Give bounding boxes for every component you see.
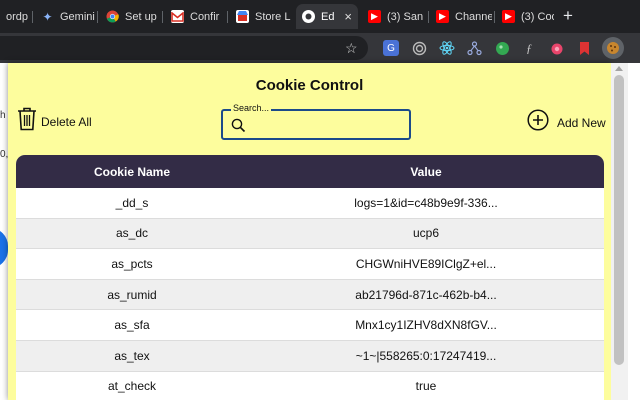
cookie-name-cell: at_check: [107, 379, 157, 394]
tab-setup[interactable]: Set up: [100, 4, 162, 29]
network-extension-icon[interactable]: [466, 40, 482, 56]
table-row[interactable]: at_check true: [16, 372, 604, 400]
gmail-icon: [171, 10, 184, 23]
cookie-value-cell: logs=1&id=c48b9e9f-336...: [354, 195, 498, 210]
tab-separator: [494, 11, 495, 23]
background-blue-shape: [0, 228, 8, 268]
cookie-value-cell: Mnx1cy1IZHV8dXN8fGV...: [355, 318, 497, 333]
column-header-value: Value: [410, 164, 442, 179]
tab-label: Gemini: [60, 10, 95, 23]
gemini-icon: ✦: [42, 9, 53, 24]
cookie-name-cell: as_rumid: [107, 287, 157, 302]
tab-separator: [162, 11, 163, 23]
scrollbar-thumb[interactable]: [614, 75, 624, 365]
tab-wordpress[interactable]: ordp: [0, 4, 40, 29]
store-icon: [236, 10, 249, 23]
table-row[interactable]: as_tex ~1~|558265:0:17247419...: [16, 340, 604, 372]
tab-separator: [428, 11, 429, 23]
youtube-icon: ▶: [502, 10, 515, 23]
translate-extension-icon[interactable]: G: [383, 40, 399, 56]
cookie-value-cell: CHGWniHVE89IClgZ+el...: [355, 256, 497, 271]
table-row[interactable]: as_dc ucp6: [16, 218, 604, 250]
add-new-button[interactable]: Add New: [527, 109, 606, 136]
delete-all-button[interactable]: Delete All: [17, 107, 92, 136]
search-legend: Search...: [231, 103, 272, 113]
cookie-name-cell: as_dc: [115, 226, 149, 241]
close-tab-icon[interactable]: ×: [344, 9, 352, 24]
cookie-name-cell: _dd_s: [115, 195, 149, 210]
browser-tab-strip: ordp ✦ Gemini Set up Confir Store L Ed ×…: [0, 0, 640, 33]
tab-label: Set up: [125, 10, 157, 23]
add-circle-icon: [527, 109, 549, 136]
scroll-up-arrow-icon[interactable]: [615, 66, 623, 71]
tab-label: Ed: [321, 10, 335, 23]
table-body: _dd_s logs=1&id=c48b9e9f-336... as_dc uc…: [16, 188, 604, 400]
bookmark-star-icon[interactable]: ☆: [345, 40, 358, 57]
bookmark-extension-icon[interactable]: [576, 40, 592, 56]
tab-separator: [97, 11, 98, 23]
tab-label: Store L: [255, 10, 291, 23]
new-tab-button[interactable]: +: [563, 6, 573, 26]
tab-separator: [32, 11, 33, 23]
tab-youtube-1[interactable]: ▶ (3) San: [362, 4, 424, 29]
table-row[interactable]: as_rumid ab21796d-871c-462b-b4...: [16, 279, 604, 311]
table-row[interactable]: _dd_s logs=1&id=c48b9e9f-336...: [16, 188, 604, 219]
tab-extension-active[interactable]: Ed ×: [296, 4, 358, 29]
cookie-value-cell: true: [415, 379, 437, 394]
cookie-extension-icon[interactable]: [602, 37, 624, 59]
search-input[interactable]: [251, 116, 403, 134]
tab-separator: [227, 11, 228, 23]
background-text: h: [0, 110, 6, 121]
cookie-value-cell: ucp6: [412, 226, 440, 241]
extension-icon: [302, 10, 315, 23]
tab-youtube-3[interactable]: ▶ (3) Coo: [496, 4, 554, 29]
search-field[interactable]: Search...: [221, 103, 411, 140]
tab-gemini[interactable]: ✦ Gemini: [35, 4, 97, 29]
chrome-icon: [106, 10, 119, 23]
add-new-label: Add New: [557, 115, 606, 130]
leaf-extension-icon[interactable]: [494, 40, 510, 56]
youtube-icon: ▶: [368, 10, 381, 23]
trash-icon: [17, 107, 37, 136]
tab-label: (3) San: [387, 10, 424, 23]
browser-toolbar: ☆ G ƒ: [0, 33, 640, 63]
delete-all-label: Delete All: [41, 114, 92, 129]
tab-label: Confir: [190, 10, 220, 23]
table-header: Cookie Name Value: [16, 155, 604, 188]
column-header-name: Cookie Name: [93, 164, 171, 179]
target-extension-icon[interactable]: [411, 40, 427, 56]
tab-label: ordp: [6, 10, 29, 23]
tab-label: Channe: [455, 10, 492, 23]
tab-youtube-2[interactable]: ▶ Channe: [430, 4, 492, 29]
popup-title: Cookie Control: [255, 77, 364, 94]
snail-extension-icon[interactable]: [548, 40, 564, 56]
search-icon: [231, 118, 246, 138]
address-bar[interactable]: [0, 36, 368, 60]
table-row[interactable]: as_pcts CHGWniHVE89IClgZ+el...: [16, 249, 604, 280]
react-devtools-icon[interactable]: [439, 40, 455, 56]
tab-confirm[interactable]: Confir: [165, 4, 227, 29]
cookie-value-cell: ~1~|558265:0:17247419...: [355, 348, 497, 363]
tab-store[interactable]: Store L: [230, 4, 292, 29]
cookie-control-popup: Cookie Control Delete All Search... Add …: [8, 63, 611, 400]
youtube-icon: ▶: [436, 10, 449, 23]
popup-scrollbar[interactable]: [611, 63, 628, 400]
table-row[interactable]: as_sfa Mnx1cy1IZHV8dXN8fGV...: [16, 310, 604, 341]
tab-label: (3) Coo: [521, 10, 554, 23]
cookie-name-cell: as_tex: [114, 348, 150, 363]
cookie-name-cell: as_pcts: [111, 256, 153, 271]
cookie-name-cell: as_sfa: [114, 318, 150, 333]
background-page-edge: [628, 63, 640, 400]
cookie-value-cell: ab21796d-871c-462b-b4...: [355, 287, 497, 302]
cookie-table: Cookie Name Value _dd_s logs=1&id=c48b9e…: [16, 155, 604, 400]
formula-extension-icon[interactable]: ƒ: [521, 40, 537, 56]
